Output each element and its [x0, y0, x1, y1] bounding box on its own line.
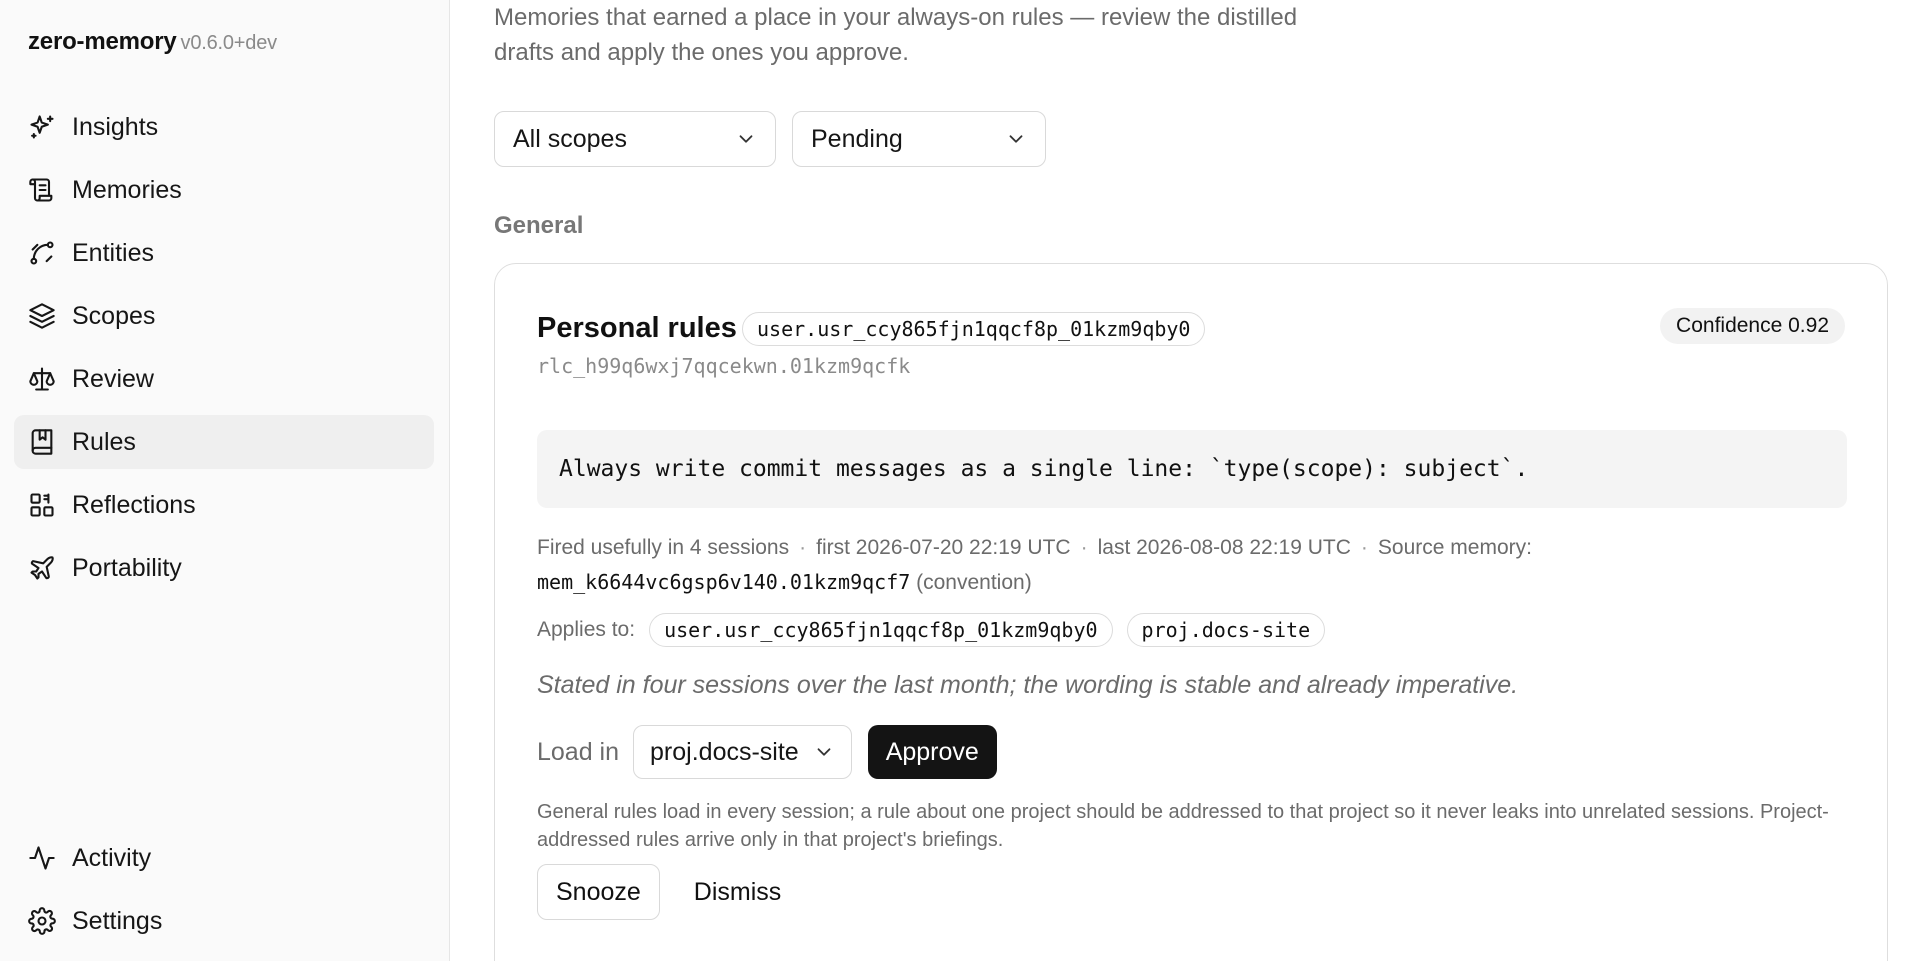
applies-to-label: Applies to:: [537, 618, 636, 641]
book-marked-icon: [31, 429, 53, 455]
load-in-value: proj.docs-site: [650, 737, 799, 766]
sparkles-icon: [30, 115, 54, 139]
source-memory-kind: (convention): [916, 571, 1032, 594]
section-title: General: [494, 212, 584, 239]
activity-icon: [29, 846, 55, 870]
sidebar-item-activity[interactable]: Activity: [14, 831, 434, 885]
snooze-button[interactable]: Snooze: [537, 864, 660, 920]
sidebar-item-entities[interactable]: Entities: [14, 226, 434, 280]
rule-rationale: Stated in four sessions over the last mo…: [537, 671, 1519, 699]
rule-card-title: Personal rules: [537, 312, 737, 344]
rule-id: rlc_h99q6wxj7qqcekwn.01kzm9qcfk: [537, 354, 911, 378]
confidence-badge: Confidence 0.92: [1660, 308, 1845, 344]
sidebar-item-label: Memories: [72, 175, 182, 204]
load-in-label: Load in: [537, 737, 620, 766]
main-content: Memories that earned a place in your alw…: [494, 0, 1894, 961]
gear-icon: [28, 907, 56, 935]
sidebar-item-label: Activity: [72, 843, 152, 872]
load-in-row: Load in proj.docs-site Approve: [537, 725, 997, 779]
sidebar-item-label: Settings: [72, 906, 163, 935]
scope-filter-select[interactable]: All scopes: [494, 111, 776, 167]
sidebar-nav: Insights Memories Entities Scopes Review…: [14, 100, 434, 604]
scroll-icon: [29, 178, 53, 202]
sidebar-item-settings[interactable]: Settings: [14, 894, 434, 948]
rule-text: Always write commit messages as a single…: [537, 430, 1847, 508]
source-memory-label: Source memory:: [1377, 536, 1532, 559]
status-filter-select[interactable]: Pending: [792, 111, 1046, 167]
version-label: v0.6.0+dev: [180, 32, 278, 54]
scope-filter-value: All scopes: [513, 124, 627, 153]
sidebar-item-memories[interactable]: Memories: [14, 163, 434, 217]
load-in-help: General rules load in every session; a r…: [537, 801, 1829, 851]
sidebar: zero-memory v0.6.0+dev Insights Memories …: [0, 0, 450, 961]
sidebar-item-label: Review: [72, 364, 154, 393]
sidebar-item-reflections[interactable]: Reflections: [14, 478, 434, 532]
sidebar-item-label: Scopes: [72, 301, 156, 330]
sidebar-item-label: Reflections: [72, 490, 196, 519]
layers-icon: [29, 303, 55, 329]
sidebar-item-portability[interactable]: Portability: [14, 541, 434, 595]
brand-name: zero-memory: [28, 28, 177, 55]
sidebar-bottom-nav: Activity Settings: [14, 831, 434, 957]
sidebar-item-label: Portability: [72, 553, 182, 582]
sidebar-item-rules[interactable]: Rules: [14, 415, 434, 469]
sidebar-item-label: Entities: [72, 238, 154, 267]
sidebar-item-scopes[interactable]: Scopes: [14, 289, 434, 343]
rule-scope-badge: user.usr_ccy865fjn1qqcf8p_01kzm9qby0: [742, 312, 1206, 346]
page-intro: Memories that earned a place in your alw…: [494, 4, 1298, 66]
load-in-select[interactable]: proj.docs-site: [633, 725, 852, 779]
status-filter-value: Pending: [811, 124, 903, 153]
sidebar-item-review[interactable]: Review: [14, 352, 434, 406]
fired-count: Fired usefully in 4 sessions: [537, 536, 790, 559]
blocks-icon: [30, 493, 54, 517]
source-memory-id[interactable]: mem_k6644vc6gsp6v140.01kzm9qcf7: [537, 570, 910, 594]
sidebar-item-insights[interactable]: Insights: [14, 100, 434, 154]
chevron-down-icon: [739, 135, 753, 143]
dismiss-button[interactable]: Dismiss: [674, 864, 802, 920]
chevron-down-icon: [1009, 135, 1023, 143]
chevron-down-icon: [817, 748, 831, 756]
rule-meta: Fired usefully in 4 sessions · first 2026-…: [537, 530, 1857, 600]
applies-to-row: Applies to: user.usr_ccy865fjn1qqcf8p_01…: [537, 613, 1326, 647]
card-actions: Snooze Dismiss: [537, 864, 801, 920]
spline-icon: [30, 241, 54, 265]
applies-to-scope-project: proj.docs-site: [1126, 613, 1326, 647]
sidebar-item-label: Rules: [72, 427, 136, 456]
sidebar-item-label: Insights: [72, 112, 159, 141]
brand: zero-memory v0.6.0+dev: [28, 28, 277, 56]
plane-icon: [30, 556, 54, 580]
applies-to-scope-user: user.usr_ccy865fjn1qqcf8p_01kzm9qby0: [649, 613, 1113, 647]
rule-card: Personal rules user.usr_ccy865fjn1qqcf8p…: [494, 263, 1888, 961]
scale-icon: [29, 367, 55, 391]
last-fired: last 2026-08-08 22:19 UTC: [1097, 536, 1351, 559]
meta-separator: ·: [1360, 536, 1368, 559]
meta-separator: ·: [799, 536, 807, 559]
meta-separator: ·: [1080, 536, 1088, 559]
first-fired: first 2026-07-20 22:19 UTC: [816, 536, 1071, 559]
approve-button[interactable]: Approve: [867, 725, 997, 779]
